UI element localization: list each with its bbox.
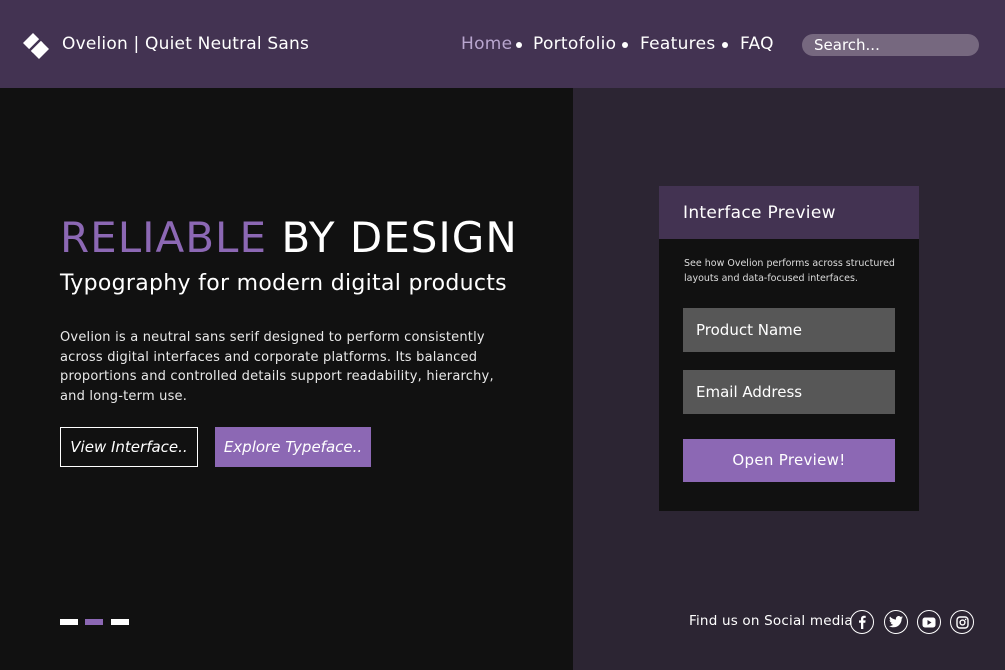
explore-typeface-button[interactable]: Explore Typeface.. [215, 427, 371, 467]
email-field[interactable] [683, 370, 895, 414]
slide-indicator-1[interactable] [60, 619, 78, 625]
nav-faq[interactable]: FAQ [740, 34, 774, 54]
twitter-link[interactable] [884, 610, 908, 634]
card-header: Interface Preview [659, 186, 919, 239]
nav-home[interactable]: Home [461, 34, 512, 54]
nav-separator-dot [722, 42, 728, 48]
product-name-input[interactable] [683, 308, 895, 352]
open-preview-button[interactable]: Open Preview! [683, 439, 895, 482]
hero-description: Ovelion is a neutral sans serif designed… [60, 330, 494, 404]
nav-separator-dot [516, 42, 522, 48]
search-box[interactable] [802, 34, 979, 56]
brand-name[interactable]: Ovelion | Quiet Neutral Sans [62, 34, 309, 54]
nav-features[interactable]: Features [640, 34, 716, 54]
nav-separator-dot [622, 42, 628, 48]
social-label: Find us on Social media [689, 613, 853, 629]
view-interface-button[interactable]: View Interface.. [60, 427, 198, 467]
card-description: See how Ovelion performs across structur… [684, 258, 895, 284]
nav-portofolio[interactable]: Portofolio [533, 34, 616, 54]
hero-title-accent: RELIABLE [60, 213, 267, 262]
interface-preview-card: Interface Preview See how Ovelion perfor… [659, 186, 919, 511]
email-input[interactable] [683, 370, 895, 414]
logo-icon[interactable] [22, 32, 50, 60]
instagram-link[interactable] [950, 610, 974, 634]
hero-title: RELIABLE BY DESIGN [60, 213, 518, 262]
youtube-icon [922, 617, 936, 627]
product-name-field[interactable] [683, 308, 895, 352]
facebook-icon [859, 615, 866, 629]
youtube-link[interactable] [917, 610, 941, 634]
hero-title-rest: BY DESIGN [281, 213, 518, 262]
facebook-link[interactable] [850, 610, 874, 634]
search-input[interactable] [802, 34, 979, 56]
instagram-icon [955, 615, 969, 629]
slide-indicator-2[interactable] [85, 619, 103, 625]
card-title: Interface Preview [683, 203, 836, 223]
twitter-icon [889, 616, 903, 628]
hero-subtitle: Typography for modern digital products [60, 271, 507, 296]
slide-indicator-3[interactable] [111, 619, 129, 625]
